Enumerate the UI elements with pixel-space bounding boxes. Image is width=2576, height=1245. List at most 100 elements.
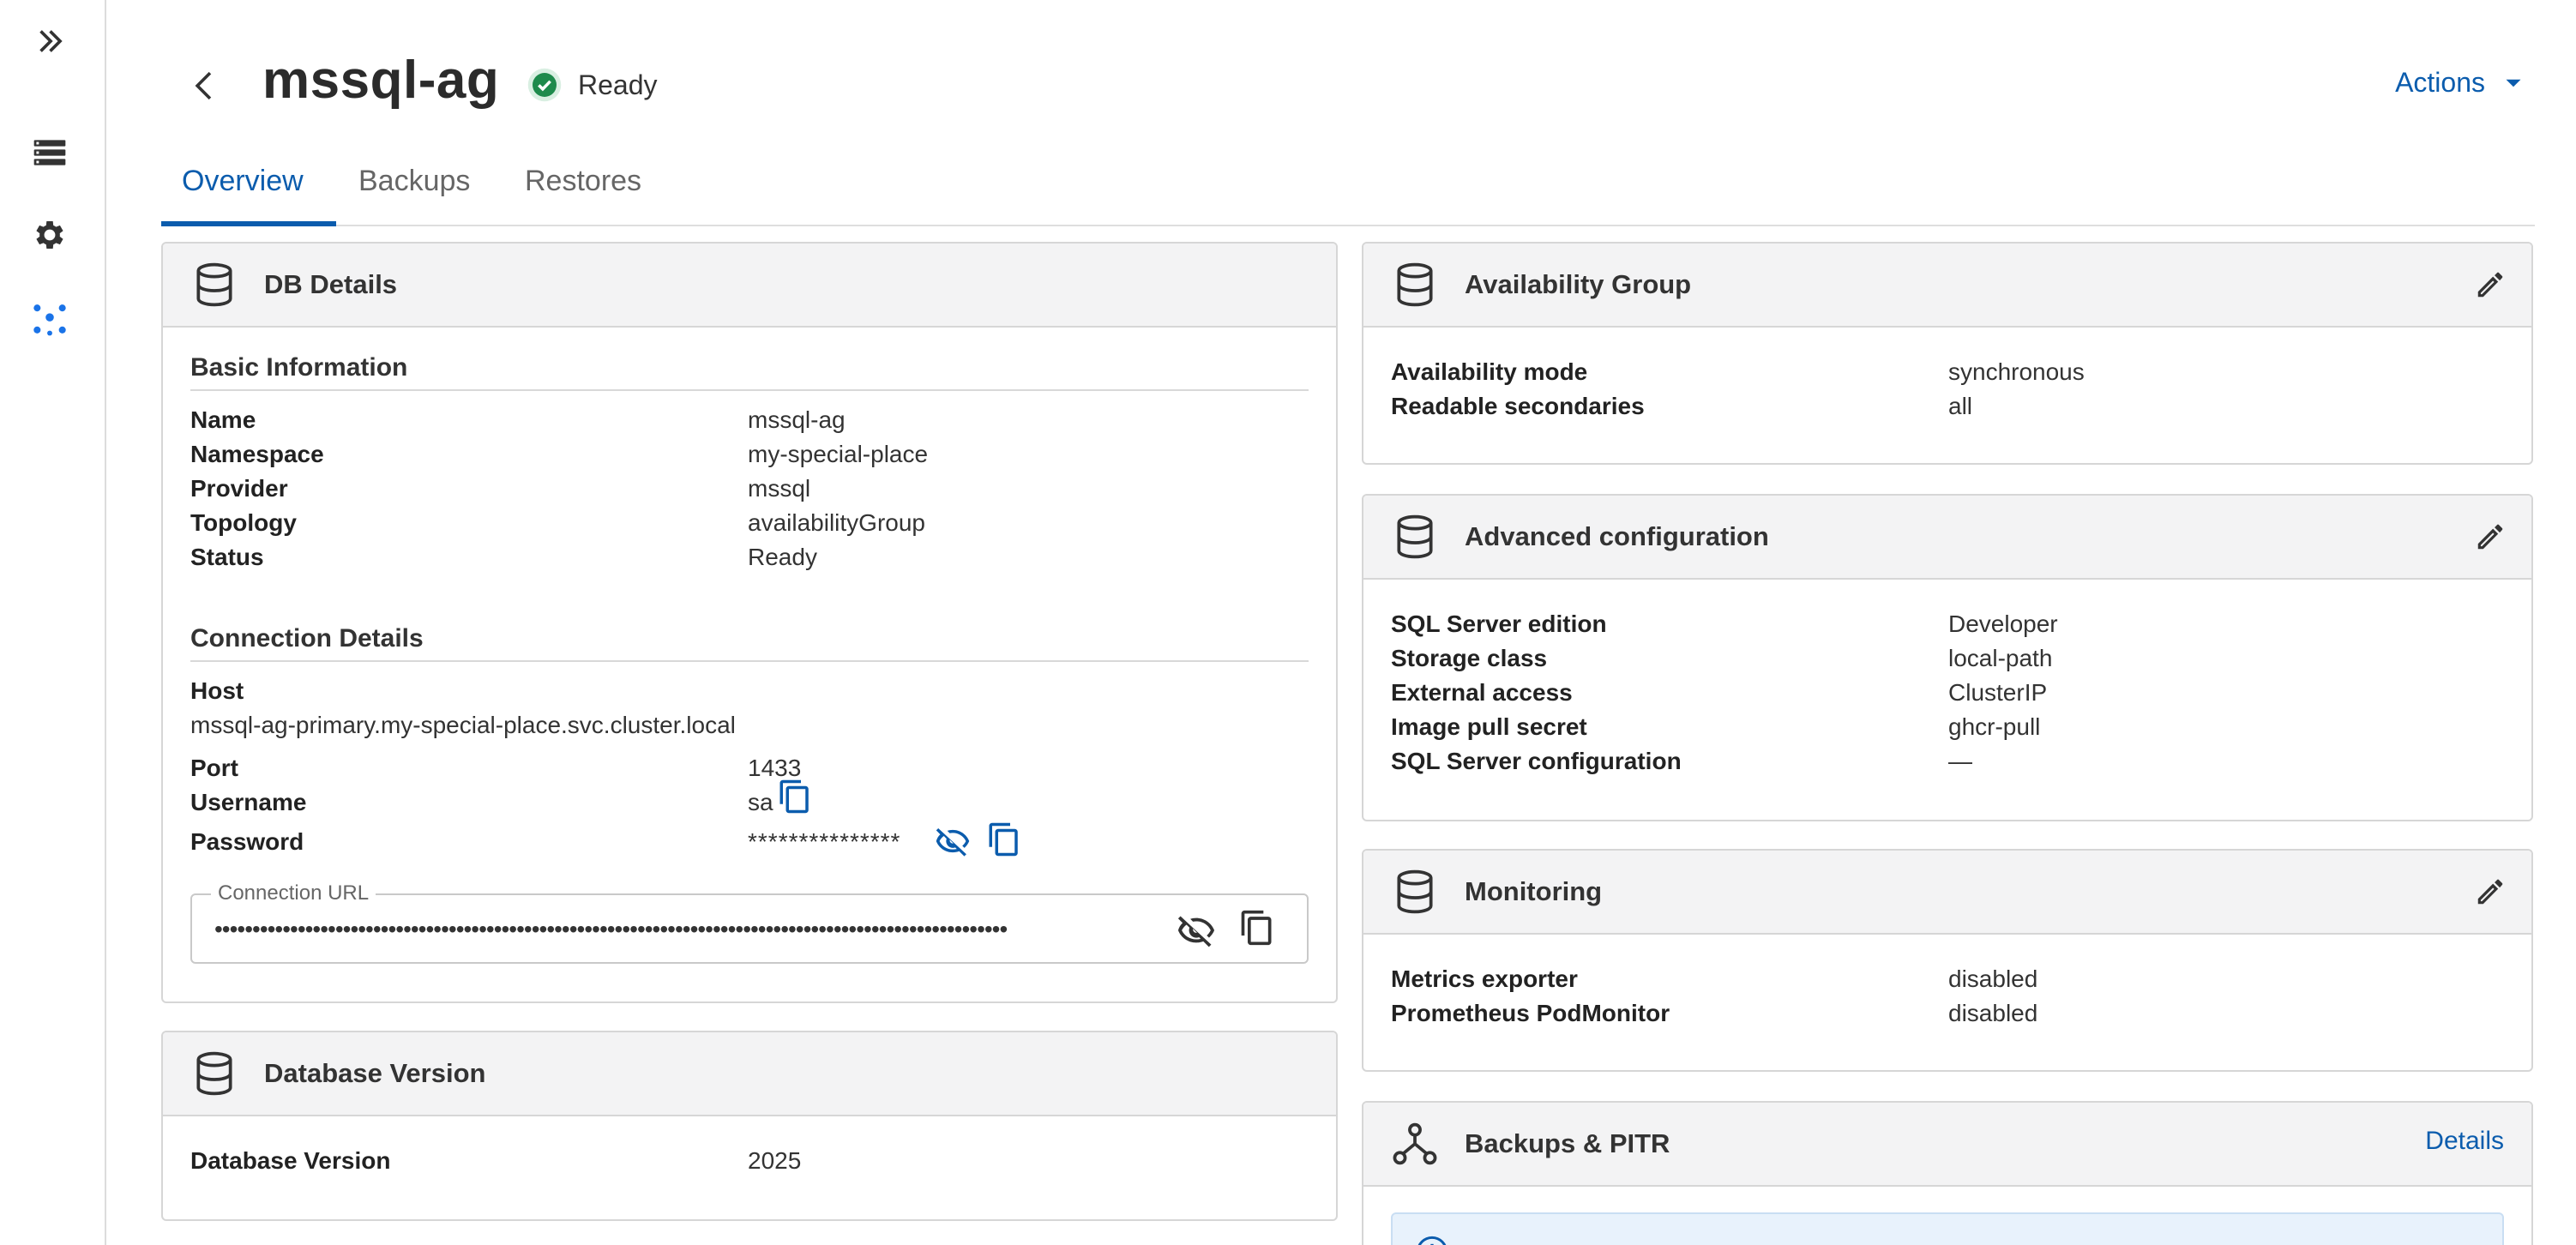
- detail-key: Name: [190, 406, 256, 433]
- status-text: Ready: [578, 69, 658, 100]
- database-icon: [1397, 514, 1433, 559]
- detail-value: mssql-ag: [748, 406, 846, 433]
- tab-bar: Overview Backups Restores: [161, 153, 2535, 226]
- username-value: sa: [748, 789, 773, 815]
- port-value: 1433: [748, 755, 802, 781]
- backups-pitr-card: Backups & PITR Details: [1362, 1101, 2533, 1245]
- detail-value: mssql: [748, 475, 811, 502]
- back-button[interactable]: [180, 60, 232, 111]
- basic-info-title: Basic Information: [190, 353, 408, 382]
- detail-key: Prometheus PodMonitor: [1391, 1000, 1670, 1026]
- detail-value: Ready: [748, 544, 817, 570]
- expand-sidebar-button[interactable]: [22, 14, 77, 69]
- eye-off-icon: [936, 827, 970, 857]
- card-title: DB Details: [264, 269, 398, 299]
- divider: [190, 660, 1309, 662]
- detail-value: ClusterIP: [1948, 679, 2048, 706]
- page-title: mssql-ag: [262, 51, 500, 110]
- detail-key: Metrics exporter: [1391, 965, 1578, 992]
- detail-value: disabled: [1948, 965, 2038, 992]
- gear-icon: [36, 221, 63, 249]
- double-chevron-right-icon: [39, 30, 63, 52]
- password-label: Password: [190, 828, 304, 855]
- active-tab-indicator: [161, 221, 336, 226]
- backups-details-link[interactable]: Details: [2425, 1127, 2504, 1156]
- detail-key: Database Version: [190, 1147, 391, 1174]
- host-label: Host: [190, 677, 244, 704]
- check-circle-icon: [527, 68, 562, 102]
- username-label: Username: [190, 789, 307, 815]
- copy-password-button[interactable]: [986, 821, 1022, 857]
- detail-value: synchronous: [1948, 358, 2085, 385]
- sidebar-item-databases[interactable]: [22, 125, 77, 180]
- backups-pitr-header: Backups & PITR Details: [1363, 1103, 2531, 1187]
- edit-availability-group-button[interactable]: [2471, 266, 2509, 304]
- card-title: Advanced configuration: [1465, 521, 1769, 551]
- sidebar-item-settings[interactable]: [22, 208, 77, 262]
- edit-monitoring-button[interactable]: [2471, 873, 2509, 911]
- tab-overview[interactable]: Overview: [182, 165, 304, 219]
- detail-value: Developer: [1948, 610, 2058, 637]
- detail-key: SQL Server configuration: [1391, 748, 1682, 774]
- host-value: mssql-ag-primary.my-special-place.svc.cl…: [190, 712, 736, 738]
- db-details-header: DB Details: [163, 244, 1336, 328]
- card-title: Monitoring: [1465, 876, 1603, 906]
- pencil-icon: [2477, 879, 2503, 905]
- card-title: Availability Group: [1465, 269, 1692, 299]
- detail-key: Readable secondaries: [1391, 393, 1645, 419]
- database-icon: [196, 262, 232, 307]
- divider: [190, 389, 1309, 391]
- advanced-configuration-card: Advanced configuration SQL Server editio…: [1362, 494, 2533, 821]
- sidebar-item-cluster[interactable]: [22, 292, 77, 346]
- detail-key: Image pull secret: [1391, 713, 1587, 740]
- branch-icon: [1393, 1122, 1437, 1165]
- connection-url-label: Connection URL: [211, 881, 376, 905]
- detail-value: availabilityGroup: [748, 509, 925, 536]
- tab-backups[interactable]: Backups: [358, 165, 470, 219]
- db-details-card: DB Details Basic Information Name mssql-…: [161, 242, 1338, 1003]
- cluster-icon: [33, 304, 66, 336]
- monitoring-card: Monitoring Metrics exporter disabled Pro…: [1362, 849, 2533, 1072]
- password-value: ***************: [748, 828, 901, 855]
- detail-value: all: [1948, 393, 1973, 419]
- database-version-header: Database Version: [163, 1032, 1336, 1116]
- card-title: Backups & PITR: [1465, 1128, 1670, 1158]
- card-title: Database Version: [264, 1058, 486, 1088]
- detail-key: Status: [190, 544, 264, 570]
- database-icon: [1397, 262, 1433, 307]
- detail-value: my-special-place: [748, 441, 929, 467]
- detail-value: —: [1948, 748, 1972, 774]
- tab-restores[interactable]: Restores: [525, 165, 641, 219]
- toggle-password-visibility-button[interactable]: [935, 823, 971, 859]
- database-icon: [196, 1051, 232, 1096]
- caret-down-icon: [2506, 79, 2521, 87]
- info-icon: [1417, 1236, 1447, 1245]
- detail-key: Provider: [190, 475, 288, 502]
- status-badge: Ready: [527, 67, 658, 103]
- detail-key: Storage class: [1391, 645, 1548, 671]
- copy-url-button[interactable]: [1238, 909, 1276, 947]
- toggle-url-visibility-button[interactable]: [1177, 911, 1216, 950]
- monitoring-header: Monitoring: [1363, 851, 2531, 935]
- edit-advanced-configuration-button[interactable]: [2471, 518, 2509, 556]
- connection-details-title: Connection Details: [190, 624, 424, 653]
- copy-icon: [989, 822, 1018, 857]
- detail-value: local-path: [1948, 645, 2053, 671]
- actions-label: Actions: [2395, 67, 2485, 98]
- detail-key: Namespace: [190, 441, 324, 467]
- detail-key: SQL Server edition: [1391, 610, 1607, 637]
- connection-url-field[interactable]: Connection URL •••••••••••••••••••••••••…: [190, 881, 1309, 964]
- detail-key: Availability mode: [1391, 358, 1588, 385]
- sidebar: [0, 0, 106, 1245]
- advanced-configuration-header: Advanced configuration: [1363, 496, 2531, 580]
- database-version-card: Database Version Database Version 2025: [161, 1031, 1338, 1221]
- copy-icon: [1241, 910, 1272, 946]
- connection-url-value: ••••••••••••••••••••••••••••••••••••••••…: [214, 916, 1008, 942]
- actions-menu-button[interactable]: Actions: [2395, 67, 2528, 99]
- pencil-icon: [2477, 272, 2503, 298]
- detail-value: disabled: [1948, 1000, 2038, 1026]
- eye-off-icon: [1177, 916, 1215, 947]
- port-label: Port: [190, 755, 238, 781]
- detail-key: External access: [1391, 679, 1573, 706]
- availability-group-header: Availability Group: [1363, 244, 2531, 328]
